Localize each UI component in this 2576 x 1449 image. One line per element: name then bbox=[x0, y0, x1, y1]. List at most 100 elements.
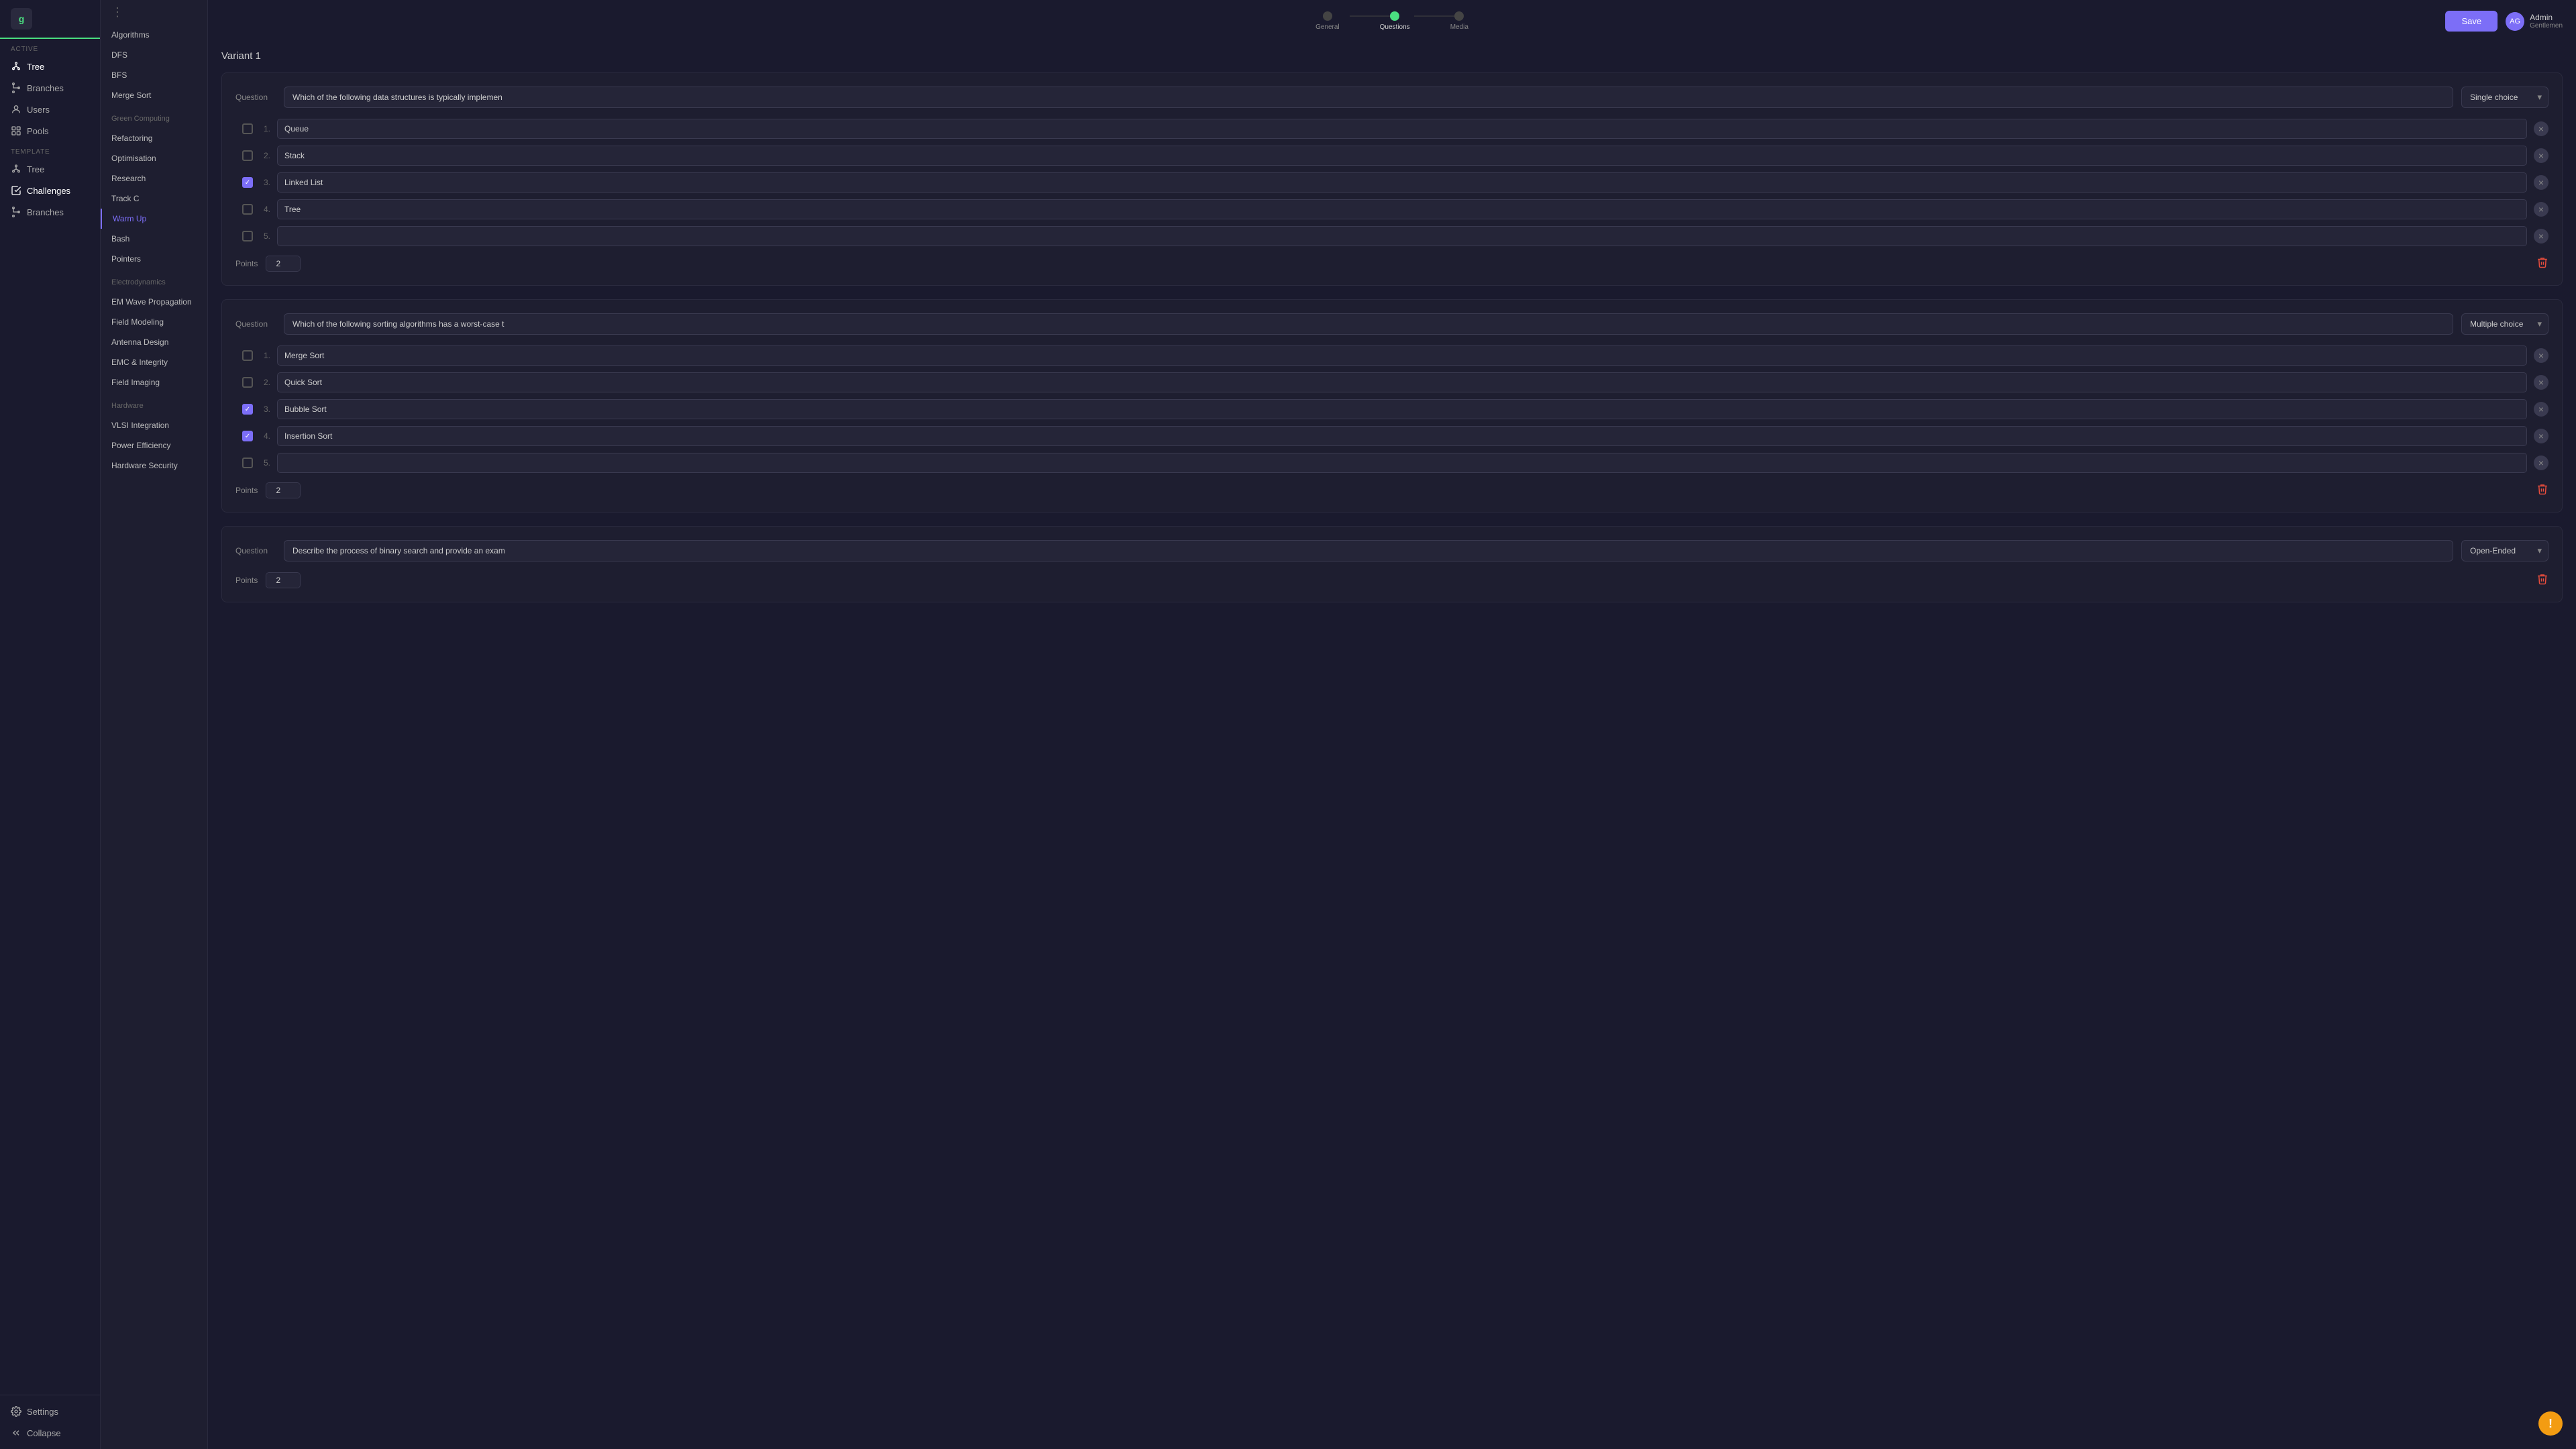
active-section-label: ACTIVE bbox=[0, 39, 100, 56]
answer-input-1-3[interactable] bbox=[277, 172, 2527, 193]
delete-question-btn-3[interactable] bbox=[2536, 573, 2548, 588]
remove-answer-btn-2-3[interactable]: × bbox=[2534, 402, 2548, 417]
save-button[interactable]: Save bbox=[2445, 11, 2498, 32]
answer-checkbox-1-3[interactable] bbox=[242, 177, 253, 188]
answer-input-1-2[interactable] bbox=[277, 146, 2527, 166]
remove-answer-btn-1-3[interactable]: × bbox=[2534, 175, 2548, 190]
sidebar-item-branches-label: Branches bbox=[27, 83, 64, 93]
question-text-input-1[interactable] bbox=[284, 87, 2453, 108]
type-select-2[interactable]: Single choiceMultiple choiceOpen-Ended bbox=[2461, 313, 2548, 335]
answer-checkbox-2-3[interactable] bbox=[242, 404, 253, 415]
question-text-input-2[interactable] bbox=[284, 313, 2453, 335]
step-general[interactable]: General bbox=[1316, 11, 1340, 31]
remove-answer-btn-2-5[interactable]: × bbox=[2534, 455, 2548, 470]
sidebar-item-challenges[interactable]: Challenges bbox=[0, 180, 100, 201]
answer-checkbox-1-1[interactable] bbox=[242, 123, 253, 134]
secondary-sidebar-item-emc[interactable]: EMC & Integrity bbox=[101, 352, 207, 372]
type-select-1[interactable]: Single choiceMultiple choiceOpen-Ended bbox=[2461, 87, 2548, 108]
remove-answer-btn-1-5[interactable]: × bbox=[2534, 229, 2548, 244]
type-selector-2[interactable]: Single choiceMultiple choiceOpen-Ended bbox=[2461, 313, 2548, 335]
points-input-wrap-2 bbox=[266, 482, 301, 498]
answer-input-2-4[interactable] bbox=[277, 426, 2527, 446]
secondary-sidebar-item-electrodynamics: Electrodynamics bbox=[101, 269, 207, 292]
step-questions[interactable]: Questions bbox=[1380, 11, 1410, 31]
secondary-sidebar-item-antenna-design[interactable]: Antenna Design bbox=[101, 332, 207, 352]
sidebar-item-pools[interactable]: Pools bbox=[0, 120, 100, 142]
points-input-2[interactable] bbox=[266, 483, 300, 498]
secondary-sidebar-item-field-imaging[interactable]: Field Imaging bbox=[101, 372, 207, 392]
answer-input-2-2[interactable] bbox=[277, 372, 2527, 392]
secondary-sidebar-item-warm-up[interactable]: Warm Up bbox=[101, 209, 207, 229]
secondary-sidebar-item-algorithms[interactable]: Algorithms bbox=[101, 25, 207, 45]
sidebar: g ACTIVE Tree Branches Users Pools TEMPL… bbox=[0, 0, 101, 1449]
sidebar-item-collapse[interactable]: Collapse bbox=[0, 1422, 100, 1444]
points-input-3[interactable] bbox=[266, 573, 300, 588]
secondary-sidebar-item-pointers[interactable]: Pointers bbox=[101, 249, 207, 269]
points-row-2: Points bbox=[235, 482, 2548, 498]
answer-checkbox-2-5[interactable] bbox=[242, 458, 253, 468]
answer-checkbox-2-2[interactable] bbox=[242, 377, 253, 388]
answer-input-1-4[interactable] bbox=[277, 199, 2527, 219]
points-input-1[interactable] bbox=[266, 256, 300, 271]
points-label-3: Points bbox=[235, 576, 258, 585]
answer-row-2-1: 1.× bbox=[235, 345, 2548, 366]
delete-question-btn-2[interactable] bbox=[2536, 483, 2548, 498]
question-block-1: QuestionSingle choiceMultiple choiceOpen… bbox=[221, 72, 2563, 286]
user-icon bbox=[11, 104, 21, 115]
warning-icon[interactable]: ! bbox=[2538, 1411, 2563, 1436]
answer-checkbox-1-5[interactable] bbox=[242, 231, 253, 241]
sidebar-item-users[interactable]: Users bbox=[0, 99, 100, 120]
answer-row-1-5: 5.× bbox=[235, 226, 2548, 246]
answer-input-1-5[interactable] bbox=[277, 226, 2527, 246]
answer-num-2-3: 3. bbox=[260, 405, 270, 414]
sidebar-item-settings[interactable]: Settings bbox=[0, 1401, 100, 1422]
sidebar-item-tree[interactable]: Tree bbox=[0, 56, 100, 77]
secondary-sidebar-item-bfs[interactable]: BFS bbox=[101, 65, 207, 85]
sidebar-item-tree-tmpl[interactable]: Tree bbox=[0, 158, 100, 180]
secondary-sidebar-item-refactoring[interactable]: Refactoring bbox=[101, 128, 207, 148]
more-options-icon[interactable]: ⋮ bbox=[101, 0, 207, 25]
secondary-sidebar-item-dfs[interactable]: DFS bbox=[101, 45, 207, 65]
variant-label: Variant 1 bbox=[221, 42, 2563, 72]
secondary-sidebar-item-bash[interactable]: Bash bbox=[101, 229, 207, 249]
answer-input-1-1[interactable] bbox=[277, 119, 2527, 139]
sidebar-item-branches[interactable]: Branches bbox=[0, 77, 100, 99]
answer-checkbox-2-1[interactable] bbox=[242, 350, 253, 361]
answer-checkbox-1-2[interactable] bbox=[242, 150, 253, 161]
type-select-3[interactable]: Single choiceMultiple choiceOpen-Ended bbox=[2461, 540, 2548, 561]
template-section-label: TEMPLATE bbox=[0, 142, 100, 158]
remove-answer-btn-1-1[interactable]: × bbox=[2534, 121, 2548, 136]
sidebar-bottom: Settings Collapse bbox=[0, 1395, 100, 1449]
secondary-sidebar-item-vlsi[interactable]: VLSI Integration bbox=[101, 415, 207, 435]
answer-input-2-3[interactable] bbox=[277, 399, 2527, 419]
secondary-sidebar-item-track-c[interactable]: Track C bbox=[101, 189, 207, 209]
remove-answer-btn-2-2[interactable]: × bbox=[2534, 375, 2548, 390]
secondary-sidebar-item-research[interactable]: Research bbox=[101, 168, 207, 189]
question-row-3: QuestionSingle choiceMultiple choiceOpen… bbox=[235, 540, 2548, 561]
answer-num-1-1: 1. bbox=[260, 124, 270, 133]
question-label-2: Question bbox=[235, 319, 276, 329]
answer-row-1-3: 3.× bbox=[235, 172, 2548, 193]
remove-answer-btn-1-4[interactable]: × bbox=[2534, 202, 2548, 217]
remove-answer-btn-2-1[interactable]: × bbox=[2534, 348, 2548, 363]
remove-answer-btn-1-2[interactable]: × bbox=[2534, 148, 2548, 163]
secondary-sidebar-item-merge-sort[interactable]: Merge Sort bbox=[101, 85, 207, 105]
question-text-input-3[interactable] bbox=[284, 540, 2453, 561]
secondary-sidebar: ⋮ AlgorithmsDFSBFSMerge SortGreen Comput… bbox=[101, 0, 208, 1449]
type-selector-1[interactable]: Single choiceMultiple choiceOpen-Ended bbox=[2461, 87, 2548, 108]
secondary-sidebar-item-optimisation[interactable]: Optimisation bbox=[101, 148, 207, 168]
secondary-sidebar-item-field-modeling[interactable]: Field Modeling bbox=[101, 312, 207, 332]
type-selector-3[interactable]: Single choiceMultiple choiceOpen-Ended bbox=[2461, 540, 2548, 561]
answer-checkbox-1-4[interactable] bbox=[242, 204, 253, 215]
remove-answer-btn-2-4[interactable]: × bbox=[2534, 429, 2548, 443]
delete-question-btn-1[interactable] bbox=[2536, 256, 2548, 272]
secondary-sidebar-item-power-efficiency[interactable]: Power Efficiency bbox=[101, 435, 207, 455]
answer-input-2-1[interactable] bbox=[277, 345, 2527, 366]
answer-input-2-5[interactable] bbox=[277, 453, 2527, 473]
step-media[interactable]: Media bbox=[1450, 11, 1468, 31]
answer-checkbox-2-4[interactable] bbox=[242, 431, 253, 441]
secondary-sidebar-item-hardware-security[interactable]: Hardware Security bbox=[101, 455, 207, 476]
answer-row-1-4: 4.× bbox=[235, 199, 2548, 219]
sidebar-item-branches-tmpl[interactable]: Branches bbox=[0, 201, 100, 223]
secondary-sidebar-item-em-wave[interactable]: EM Wave Propagation bbox=[101, 292, 207, 312]
